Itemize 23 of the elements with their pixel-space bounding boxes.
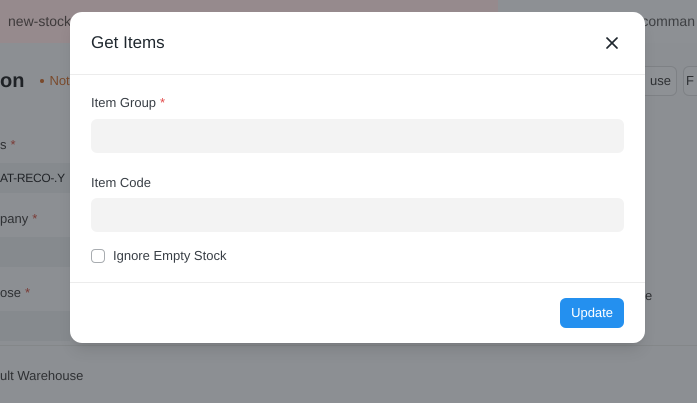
checkbox-label: Ignore Empty Stock [113,247,226,265]
field-label: s [0,136,6,154]
toolbar-button[interactable]: F [683,66,697,96]
input-field[interactable] [0,310,70,341]
required-asterisk: * [10,136,16,154]
input-field[interactable] [0,236,70,267]
required-asterisk: * [24,284,30,302]
page-title: on [0,69,24,94]
dialog-title: Get Items [91,32,165,54]
field-label: ult Warehouse [0,368,84,383]
required-asterisk: * [32,210,38,228]
field-label: ose [0,284,21,302]
field-label: Item Code [91,174,151,192]
update-button[interactable]: Update [560,298,624,328]
required-asterisk: * [160,94,166,112]
toolbar-button[interactable]: use [645,66,677,96]
checkbox[interactable] [91,248,105,263]
input-field[interactable]: AT-RECO-.Y [0,162,70,193]
field-label: e [645,287,652,305]
field-label: pany [0,210,28,228]
field-label: Item Group [91,94,156,112]
breadcrumb[interactable]: new-stock [8,11,72,32]
status-indicator: Not [49,72,70,90]
